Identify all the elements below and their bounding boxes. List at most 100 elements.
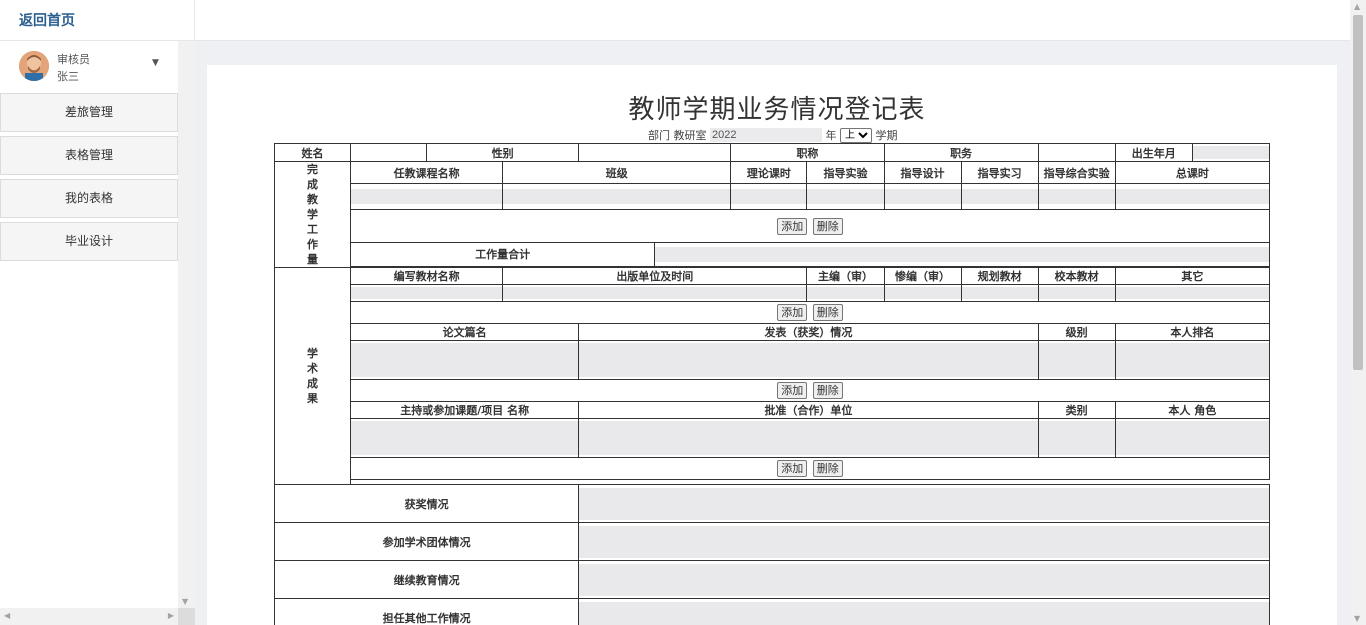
main-vertical-scrollbar[interactable]: ▲ ▼ xyxy=(1350,0,1366,625)
education-input[interactable] xyxy=(578,560,1270,599)
scroll-left-icon[interactable]: ◀ xyxy=(4,611,10,620)
textbook-publisher-input[interactable] xyxy=(502,284,808,302)
sidebar-vertical-scrollbar[interactable]: ▼ xyxy=(178,41,195,608)
add-button[interactable]: 添加 xyxy=(777,382,808,399)
delete-button[interactable]: 删除 xyxy=(812,460,843,477)
workload-col-theory: 理论课时 xyxy=(730,160,808,185)
user-role: 审核员 xyxy=(57,53,90,66)
project-col-unit: 批准（合作）单位 xyxy=(578,401,1039,419)
textbook-name-input[interactable] xyxy=(350,284,504,302)
back-home-link[interactable]: 返回首页 xyxy=(19,10,75,30)
top-bar-left: 返回首页 xyxy=(0,0,195,41)
gender-label: 性别 xyxy=(426,143,580,162)
workload-comprehensive-input[interactable] xyxy=(1037,183,1116,211)
workload-experiment-input[interactable] xyxy=(806,183,885,211)
form-subline: 部门 教研室 年 上 学期 xyxy=(648,127,898,143)
workload-col-class: 班级 xyxy=(502,160,732,185)
scroll-down-icon[interactable]: ▼ xyxy=(1354,614,1360,623)
workload-actions: 添加 删除 xyxy=(350,209,1270,243)
scroll-right-icon[interactable]: ▶ xyxy=(168,611,174,620)
birth-field[interactable] xyxy=(1191,143,1271,162)
workload-section-text: 完成教学工作量 xyxy=(307,163,319,266)
project-col-role: 本人 角色 xyxy=(1114,401,1271,419)
delete-button[interactable]: 删除 xyxy=(812,382,843,399)
add-button[interactable]: 添加 xyxy=(777,460,808,477)
app-root: 返回首页 审核员 张三 ▼ 差旅管理 表格管理 我的表格 毕业设计 ▼ ◀ ▶ … xyxy=(0,0,1366,625)
sidebar-item-graduation[interactable]: 毕业设计 xyxy=(0,222,178,261)
term-label: 学期 xyxy=(875,129,898,142)
add-button[interactable]: 添加 xyxy=(777,304,808,321)
year-label: 年 xyxy=(825,129,837,142)
awards-input[interactable] xyxy=(578,484,1270,523)
textbook-col-school: 校本教材 xyxy=(1037,267,1116,285)
sidebar: 审核员 张三 ▼ 差旅管理 表格管理 我的表格 毕业设计 ▼ ◀ ▶ xyxy=(0,41,195,625)
workload-design-input[interactable] xyxy=(883,183,962,211)
form-title: 教师学期业务情况登记表 xyxy=(628,95,926,125)
delete-button[interactable]: 删除 xyxy=(812,304,843,321)
year-input[interactable] xyxy=(710,128,822,142)
textbook-col-chief: 主编（审） xyxy=(806,267,885,285)
avatar xyxy=(19,51,49,81)
textbook-planned-input[interactable] xyxy=(960,284,1039,302)
add-button[interactable]: 添加 xyxy=(777,217,808,235)
workload-total-label: 工作量合计 xyxy=(350,241,656,267)
paper-rank-input[interactable] xyxy=(1114,340,1271,380)
workload-class-input[interactable] xyxy=(502,183,732,211)
project-name-input[interactable] xyxy=(350,418,580,458)
name-field[interactable] xyxy=(350,143,428,162)
awards-label: 获奖情况 xyxy=(273,484,580,523)
textbook-school-input[interactable] xyxy=(1037,284,1116,302)
birth-label: 出生年月 xyxy=(1114,143,1193,162)
textbook-chief-input[interactable] xyxy=(806,284,885,302)
dept-label: 部门 xyxy=(648,129,670,142)
workload-sum-input[interactable] xyxy=(654,241,1270,267)
scroll-down-icon[interactable]: ▼ xyxy=(182,597,188,606)
user-panel[interactable]: 审核员 张三 ▼ xyxy=(0,41,178,92)
paper-actions: 添加 删除 xyxy=(350,379,1270,402)
academic-section-text: 学术成果 xyxy=(307,347,319,405)
title-label: 职称 xyxy=(730,143,885,162)
paper-title-input[interactable] xyxy=(350,340,580,380)
gender-field[interactable] xyxy=(578,143,732,162)
project-role-input[interactable] xyxy=(1114,418,1271,458)
sidebar-item-forms[interactable]: 表格管理 xyxy=(0,136,178,175)
paper-col-publication: 发表（获奖）情况 xyxy=(578,323,1039,341)
sidebar-item-travel[interactable]: 差旅管理 xyxy=(0,93,178,132)
dept-value: 教研室 xyxy=(673,129,707,142)
form-table: 姓名 性别 职称 职务 出生年月 完成教学工作量 任教课程名称 班级 理论课时 … xyxy=(273,143,1271,625)
sidebar-horizontal-scrollbar[interactable]: ◀ ▶ xyxy=(0,608,178,625)
workload-total-input[interactable] xyxy=(1114,183,1271,211)
sidebar-item-my-forms[interactable]: 我的表格 xyxy=(0,179,178,218)
workload-col-course: 任教课程名称 xyxy=(350,160,504,185)
paper-publication-input[interactable] xyxy=(578,340,1039,380)
workload-course-input[interactable] xyxy=(350,183,504,211)
other-work-input[interactable] xyxy=(578,598,1270,625)
workload-internship-input[interactable] xyxy=(960,183,1039,211)
duty-field[interactable] xyxy=(1037,143,1116,162)
workload-col-total: 总课时 xyxy=(1114,160,1271,185)
groups-input[interactable] xyxy=(578,522,1270,561)
duty-label: 职务 xyxy=(883,143,1039,162)
workload-theory-input[interactable] xyxy=(730,183,808,211)
project-category-input[interactable] xyxy=(1037,418,1116,458)
textbook-other-input[interactable] xyxy=(1114,284,1271,302)
textbook-col-name: 编写教材名称 xyxy=(350,267,504,285)
academic-section-label: 学术成果 xyxy=(273,267,352,485)
caret-down-icon[interactable]: ▼ xyxy=(152,58,159,68)
textbook-col-other: 其它 xyxy=(1114,267,1271,285)
term-select[interactable]: 上 xyxy=(840,127,872,143)
user-name: 张三 xyxy=(57,70,79,83)
project-actions: 添加 删除 xyxy=(350,457,1270,480)
workload-col-experiment: 指导实验 xyxy=(806,160,885,185)
paper-col-rank: 本人排名 xyxy=(1114,323,1271,341)
paper-col-title: 论文篇名 xyxy=(350,323,580,341)
textbook-coeditor-input[interactable] xyxy=(883,284,962,302)
project-unit-input[interactable] xyxy=(578,418,1039,458)
form-paper: 教师学期业务情况登记表 部门 教研室 年 上 学期 姓名 性别 xyxy=(207,65,1337,625)
paper-col-level: 级别 xyxy=(1037,323,1116,341)
user-avatar-icon xyxy=(19,51,49,81)
paper-level-input[interactable] xyxy=(1037,340,1116,380)
scrollbar-thumb[interactable] xyxy=(1353,15,1363,370)
scroll-up-icon[interactable]: ▲ xyxy=(1354,2,1360,11)
delete-button[interactable]: 删除 xyxy=(812,217,843,235)
